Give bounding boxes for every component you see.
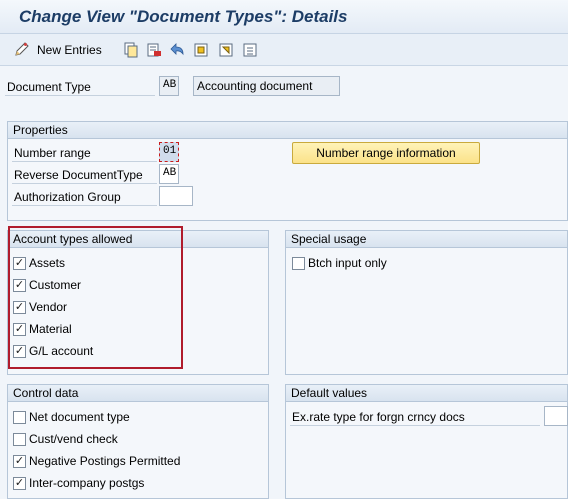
document-type-code-field[interactable]: AB <box>159 76 179 96</box>
checkbox-label: Negative Postings Permitted <box>29 454 181 468</box>
select-all-button[interactable] <box>192 40 210 60</box>
checkbox-row-inter-company[interactable]: ✓ Inter-company postgs <box>13 474 144 492</box>
reverse-doc-type-field[interactable]: AB <box>159 164 179 184</box>
properties-header: Properties <box>8 122 567 139</box>
special-usage-group: Special usage <box>285 230 568 375</box>
checkbox-row-negative-postings[interactable]: ✓ Negative Postings Permitted <box>13 452 180 470</box>
deselect-all-button[interactable] <box>241 40 259 60</box>
checkbox-row-btch-input[interactable]: Btch input only <box>292 254 387 272</box>
deselect-all-icon <box>241 41 259 59</box>
checkbox-unchecked[interactable] <box>292 256 305 270</box>
page-title: Change View "Document Types": Details <box>19 7 348 26</box>
default-values-header: Default values <box>286 385 567 402</box>
default-values-group: Default values <box>285 384 568 499</box>
title-bar: Change View "Document Types": Details <box>0 0 568 34</box>
new-entries-button[interactable]: New Entries <box>13 40 102 60</box>
label-underline <box>12 183 157 184</box>
checkbox-label: Inter-company postgs <box>29 476 145 490</box>
highlight-box <box>8 226 183 369</box>
control-data-header: Control data <box>8 385 268 402</box>
number-range-info-button[interactable]: Number range information <box>292 142 480 164</box>
authorization-group-label: Authorization Group <box>14 190 121 204</box>
select-block-button[interactable] <box>217 40 235 60</box>
main-content: Document Type AB Accounting document Pro… <box>0 66 568 499</box>
checkbox-checked[interactable]: ✓ <box>13 454 26 468</box>
undo-button[interactable] <box>168 40 186 60</box>
checkbox-label: Cust/vend check <box>29 432 118 446</box>
label-underline <box>12 205 157 206</box>
copy-icon <box>122 41 140 59</box>
checkbox-unchecked[interactable] <box>13 410 26 424</box>
checkbox-checked[interactable]: ✓ <box>13 476 26 490</box>
authorization-group-field[interactable] <box>159 186 193 206</box>
number-range-field[interactable]: 01 <box>159 142 179 162</box>
label-underline <box>5 95 155 96</box>
checkbox-unchecked[interactable] <box>13 432 26 446</box>
checkbox-row-cust-vend-check[interactable]: Cust/vend check <box>13 430 118 448</box>
delete-button[interactable] <box>145 40 163 60</box>
document-type-label: Document Type <box>7 80 91 94</box>
application-toolbar: New Entries <box>0 34 568 66</box>
undo-icon <box>168 41 186 59</box>
special-usage-header: Special usage <box>286 231 567 248</box>
document-type-description-field[interactable]: Accounting document <box>193 76 340 96</box>
select-block-icon <box>217 41 235 59</box>
new-entries-label: New Entries <box>37 43 102 57</box>
exrate-label: Ex.rate type for forgn crncy docs <box>292 410 465 424</box>
exrate-field[interactable] <box>544 406 568 426</box>
label-underline <box>12 161 157 162</box>
delete-icon <box>145 41 163 59</box>
checkbox-label: Net document type <box>29 410 130 424</box>
reverse-doc-type-label: Reverse DocumentType <box>14 168 143 182</box>
checkbox-row-net-document-type[interactable]: Net document type <box>13 408 130 426</box>
label-underline <box>290 425 540 426</box>
checkbox-label: Btch input only <box>308 256 387 270</box>
select-all-icon <box>192 41 210 59</box>
copy-button[interactable] <box>122 40 140 60</box>
pencil-icon <box>13 41 31 59</box>
number-range-label: Number range <box>14 146 91 160</box>
